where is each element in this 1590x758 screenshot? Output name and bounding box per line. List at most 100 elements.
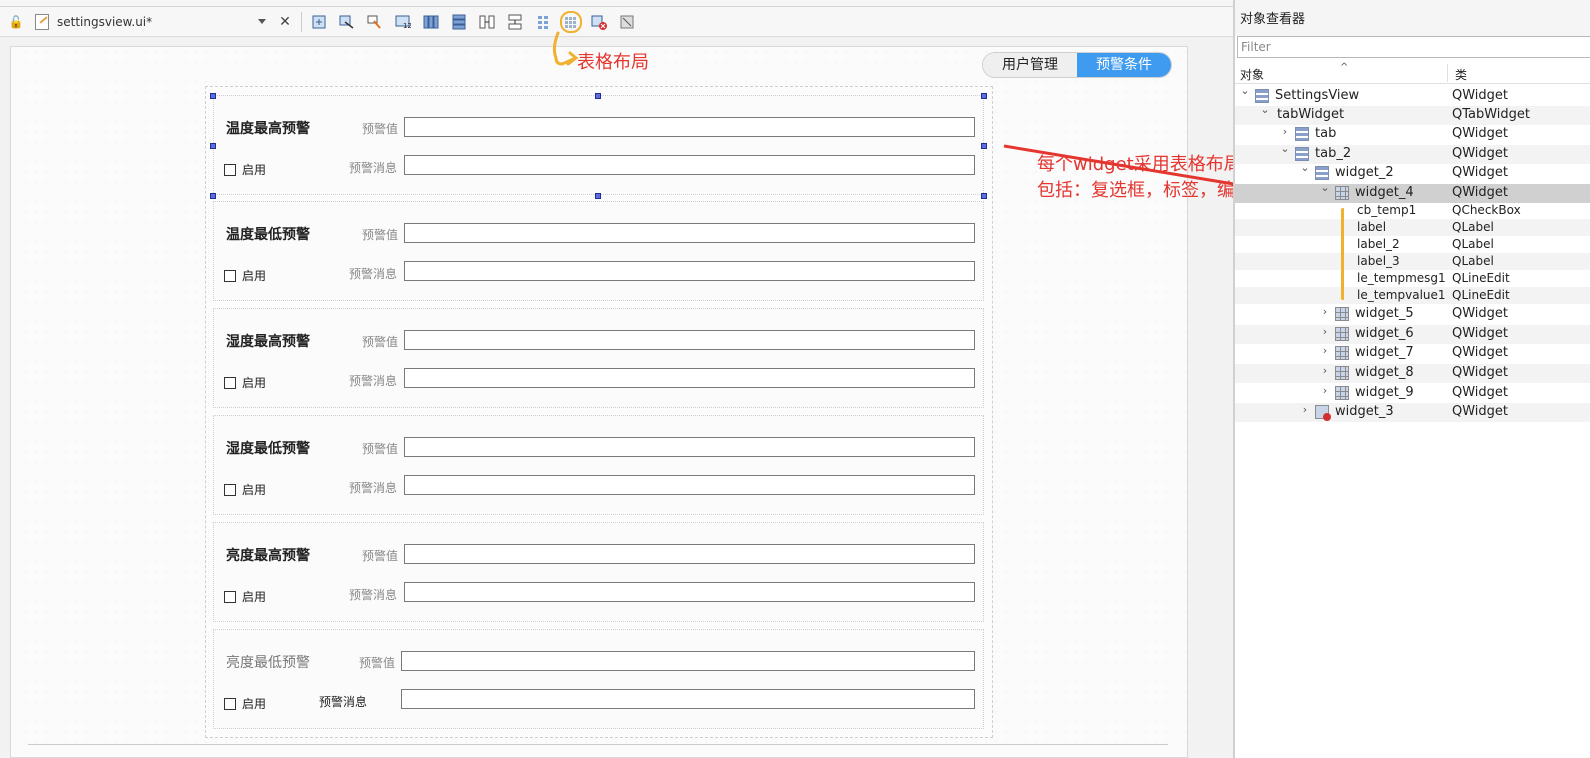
value-input[interactable]	[404, 330, 975, 350]
selection-handle[interactable]	[981, 193, 987, 199]
layout-horizontal-splitter-icon[interactable]	[476, 11, 498, 33]
checkbox-box[interactable]	[224, 483, 236, 496]
alarm-widget[interactable]: 温度最低预警 预警值 启用 预警消息	[213, 201, 984, 301]
chevron-down-icon[interactable]: ⌄	[1239, 84, 1251, 97]
object-class: QWidget	[1452, 345, 1509, 360]
edit-buddies-icon[interactable]	[364, 11, 386, 33]
tree-header: 对象 ^ 类	[1235, 62, 1590, 84]
chevron-right-icon[interactable]: ›	[1319, 305, 1331, 318]
checkbox-box[interactable]	[224, 697, 236, 710]
selection-handle[interactable]	[210, 143, 216, 149]
tree-row-widget-8[interactable]: › widget_8 QWidget	[1235, 364, 1590, 383]
alarm-title: 亮度最高预警	[226, 548, 310, 564]
message-input[interactable]	[404, 475, 975, 495]
alarm-widget[interactable]: 湿度最高预警 预警值 启用 预警消息	[213, 308, 984, 408]
svg-text:12: 12	[403, 22, 411, 30]
value-input[interactable]	[404, 223, 975, 243]
value-label: 预警值	[362, 549, 399, 563]
edit-signals-icon[interactable]	[336, 11, 358, 33]
checkbox-box[interactable]	[224, 376, 236, 389]
tree-row-widget-5[interactable]: › widget_5 QWidget	[1235, 305, 1590, 324]
tree-row-settingsview[interactable]: ⌄ SettingsView QWidget	[1235, 84, 1590, 106]
tree-row-widget-9[interactable]: › widget_9 QWidget	[1235, 384, 1590, 403]
enable-checkbox[interactable]: 启用	[224, 481, 266, 498]
value-input[interactable]	[404, 437, 975, 457]
tree-row-cb-temp1[interactable]: cb_temp1 QCheckBox	[1235, 202, 1590, 219]
tree-row-le-tempmesg1[interactable]: le_tempmesg1 QLineEdit	[1235, 270, 1590, 287]
alarm-widget[interactable]: 湿度最低预警 预警值 启用 预警消息	[213, 415, 984, 515]
layout-horizontal-icon[interactable]	[420, 11, 442, 33]
tree-row-tab-2[interactable]: ⌄ tab_2 QWidget	[1235, 142, 1590, 164]
tab-user-management[interactable]: 用户管理	[983, 53, 1077, 77]
close-icon[interactable]: ✕	[275, 12, 295, 32]
chevron-down-icon[interactable]: ⌄	[1279, 142, 1291, 155]
tree-row-tabwidget[interactable]: ⌄ tabWidget QTabWidget	[1235, 103, 1590, 125]
object-name: le_tempmesg1	[1357, 271, 1446, 285]
message-input[interactable]	[404, 368, 975, 388]
message-label: 预警消息	[349, 374, 398, 388]
chevron-right-icon[interactable]: ›	[1319, 344, 1331, 357]
chevron-down-icon[interactable]: ⌄	[1319, 181, 1331, 194]
edit-widgets-icon[interactable]	[308, 11, 330, 33]
chevron-right-icon[interactable]: ›	[1319, 364, 1331, 377]
chevron-down-icon[interactable]: ⌄	[1259, 103, 1271, 116]
value-input[interactable]	[404, 544, 975, 564]
tree-row-widget-7[interactable]: › widget_7 QWidget	[1235, 344, 1590, 363]
enable-checkbox[interactable]: 启用	[224, 267, 266, 284]
selection-handle[interactable]	[595, 93, 601, 99]
value-input[interactable]	[401, 651, 975, 671]
break-layout-icon[interactable]	[588, 11, 610, 33]
column-object[interactable]: 对象	[1240, 66, 1264, 83]
selection-handle[interactable]	[595, 193, 601, 199]
adjust-size-icon[interactable]	[616, 11, 638, 33]
selection-handle[interactable]	[210, 193, 216, 199]
tree-row-label-2[interactable]: label_2 QLabel	[1235, 236, 1590, 253]
tree-row-widget-6[interactable]: › widget_6 QWidget	[1235, 325, 1590, 344]
message-input[interactable]	[401, 689, 975, 709]
value-input[interactable]	[404, 117, 975, 137]
tree-row-widget-3[interactable]: › widget_3 QWidget	[1235, 403, 1590, 422]
object-name: SettingsView	[1275, 88, 1360, 103]
object-class: QWidget	[1452, 126, 1509, 141]
value-label: 预警值	[362, 335, 399, 349]
object-name: le_tempvalue1	[1357, 288, 1446, 302]
chevron-right-icon[interactable]: ›	[1319, 384, 1331, 397]
layout-vertical-splitter-icon[interactable]	[504, 11, 526, 33]
tab-alarm-conditions[interactable]: 预警条件	[1077, 53, 1171, 77]
object-inspector: 对象查看器 Filter 对象 ^ 类 ⌄ SettingsView QWidget…	[1233, 0, 1590, 758]
tree-row-widget-2[interactable]: ⌄ widget_2 QWidget	[1235, 161, 1590, 183]
value-label: 预警值	[362, 122, 399, 136]
tree-row-le-tempvalue1[interactable]: le_tempvalue1 QLineEdit	[1235, 287, 1590, 304]
alarm-widget[interactable]: 亮度最低预警 预警值 启用 预警消息	[213, 629, 984, 729]
alarm-widget[interactable]: 亮度最高预警 预警值 启用 预警消息	[213, 522, 984, 622]
column-divider[interactable]	[1447, 64, 1448, 82]
filter-input[interactable]: Filter	[1237, 36, 1590, 58]
chevron-right-icon[interactable]: ›	[1279, 125, 1291, 138]
selection-handle[interactable]	[981, 143, 987, 149]
checkbox-box[interactable]	[224, 269, 236, 282]
tree-row-label-3[interactable]: label_3 QLabel	[1235, 253, 1590, 270]
checkbox-box[interactable]	[224, 163, 236, 176]
enable-checkbox[interactable]: 启用	[224, 695, 266, 712]
alarm-widget[interactable]: 温度最高预警 预警值 启用 预警消息	[213, 95, 984, 195]
enable-checkbox[interactable]: 启用	[224, 374, 266, 391]
object-name: widget_6	[1355, 326, 1414, 341]
message-input[interactable]	[404, 582, 975, 602]
edit-tab-order-icon[interactable]: 12	[392, 11, 414, 33]
message-input[interactable]	[404, 261, 975, 281]
lock-icon[interactable]: 🔓	[8, 14, 24, 30]
file-selector[interactable]: settingsview.ui*	[34, 11, 269, 33]
tree-row-label[interactable]: label QLabel	[1235, 219, 1590, 236]
chevron-right-icon[interactable]: ›	[1319, 325, 1331, 338]
column-class[interactable]: 类	[1455, 66, 1467, 83]
selection-handle[interactable]	[210, 93, 216, 99]
tree-row-widget-4[interactable]: ⌄ widget_4 QWidget	[1235, 181, 1590, 203]
chevron-down-icon[interactable]: ⌄	[1299, 161, 1311, 174]
message-input[interactable]	[404, 155, 975, 175]
enable-checkbox[interactable]: 启用	[224, 588, 266, 605]
chevron-right-icon[interactable]: ›	[1299, 403, 1311, 416]
enable-checkbox[interactable]: 启用	[224, 161, 266, 178]
layout-vertical-icon[interactable]	[448, 11, 470, 33]
checkbox-box[interactable]	[224, 590, 236, 603]
selection-handle[interactable]	[981, 93, 987, 99]
